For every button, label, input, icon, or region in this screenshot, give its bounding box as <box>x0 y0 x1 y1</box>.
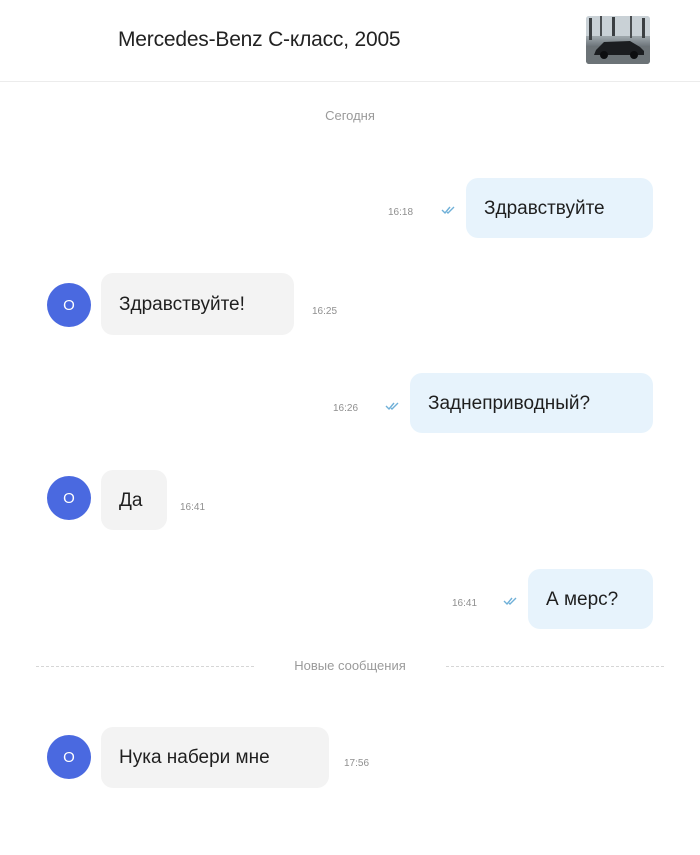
message-text: Здравствуйте! <box>119 293 245 315</box>
sender-avatar[interactable]: О <box>47 735 91 779</box>
incoming-message[interactable]: Нука набери мне <box>101 727 329 788</box>
new-messages-separator: Новые сообщения <box>294 658 406 673</box>
message-text: Заднеприводный? <box>428 392 591 414</box>
message-time: 16:41 <box>180 502 206 513</box>
message-time: 16:26 <box>333 403 359 414</box>
message-text: Нука набери мне <box>119 747 270 768</box>
message-time: 16:18 <box>388 207 414 218</box>
outgoing-message[interactable]: Заднеприводный? <box>410 373 653 433</box>
sender-avatar[interactable]: О <box>47 476 91 520</box>
incoming-message[interactable]: Да <box>101 470 167 530</box>
message-time: 16:25 <box>312 306 338 317</box>
outgoing-message[interactable]: Здравствуйте <box>466 178 653 238</box>
car-photo-icon <box>586 16 650 64</box>
car-thumbnail[interactable] <box>586 16 650 64</box>
read-check-icon <box>385 402 399 411</box>
incoming-message[interactable]: Здравствуйте! <box>101 273 294 335</box>
day-separator: Сегодня <box>325 108 375 123</box>
read-check-icon <box>503 597 517 606</box>
message-time: 16:41 <box>452 598 478 609</box>
read-check-icon <box>441 206 455 215</box>
sender-avatar[interactable]: О <box>47 283 91 327</box>
message-time: 17:56 <box>344 758 370 769</box>
message-text: А мерс? <box>546 588 619 610</box>
message-text: Да <box>119 489 143 511</box>
chat-header: Mercedes-Benz C-класс, 2005 <box>0 0 700 82</box>
listing-title[interactable]: Mercedes-Benz C-класс, 2005 <box>118 28 401 52</box>
message-text: Здравствуйте <box>484 197 605 219</box>
outgoing-message[interactable]: А мерс? <box>528 569 653 629</box>
